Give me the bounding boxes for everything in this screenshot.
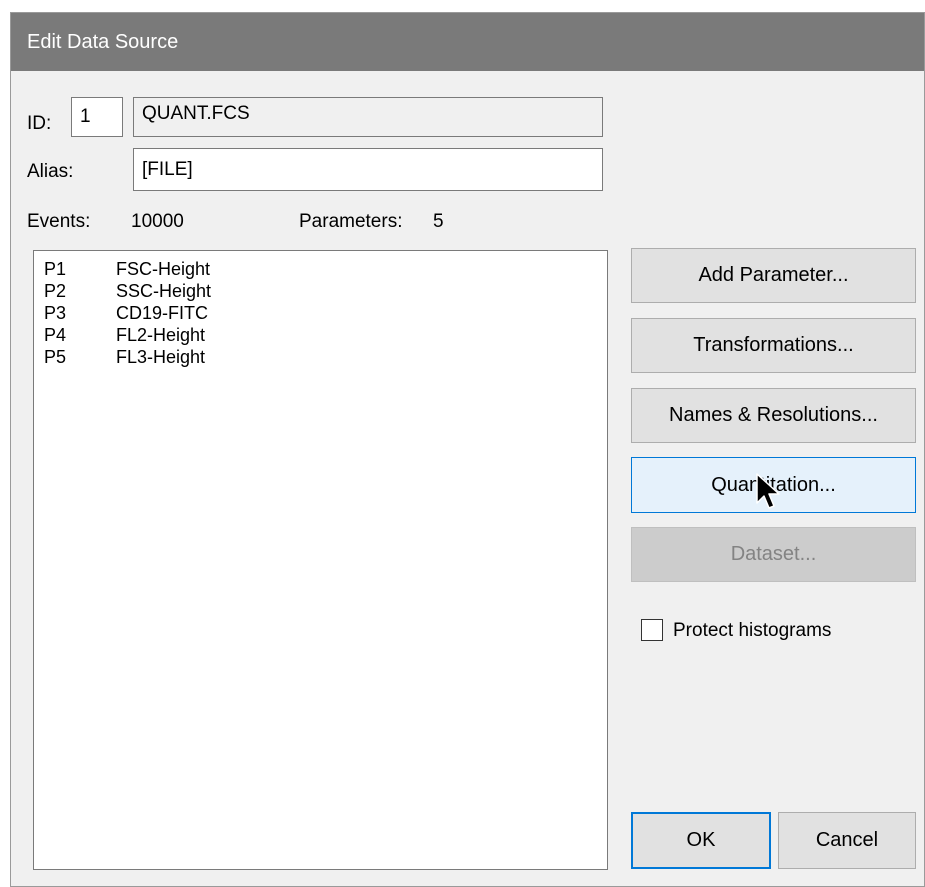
dialog-title-bar[interactable]: Edit Data Source — [11, 13, 924, 71]
parameter-name: FSC-Height — [116, 259, 211, 279]
add-parameter-button[interactable]: Add Parameter... — [631, 248, 916, 303]
events-value: 10000 — [131, 211, 184, 232]
dialog-title: Edit Data Source — [27, 30, 179, 53]
list-item[interactable]: P4 FL2-Height — [44, 324, 607, 346]
names-resolutions-button[interactable]: Names & Resolutions... — [631, 388, 916, 443]
parameter-name: FL3-Height — [116, 347, 206, 367]
parameters-label: Parameters: — [299, 211, 403, 232]
list-item[interactable]: P3 CD19-FITC — [44, 302, 607, 324]
parameter-code: P5 — [44, 347, 67, 367]
protect-histograms-checkbox[interactable] — [641, 619, 663, 641]
alias-field[interactable] — [133, 148, 603, 191]
id-label: ID: — [27, 113, 52, 134]
list-item[interactable]: P5 FL3-Height — [44, 346, 607, 368]
arrow-pointer-icon — [756, 473, 780, 509]
cancel-button[interactable]: Cancel — [778, 812, 916, 869]
alias-label: Alias: — [27, 161, 74, 182]
edit-data-source-dialog: Edit Data Source ID: QUANT.FCS Alias: Ev… — [10, 12, 925, 887]
parameter-list[interactable]: P1 FSC-Height P2 SSC-Height P3 CD19-FITC… — [33, 250, 608, 870]
parameter-code: P4 — [44, 325, 67, 345]
filename-field: QUANT.FCS — [133, 97, 603, 137]
parameter-name: CD19-FITC — [116, 303, 209, 323]
parameter-code: P2 — [44, 281, 67, 301]
events-label: Events: — [27, 211, 91, 232]
ok-button[interactable]: OK — [631, 812, 771, 869]
list-item[interactable]: P2 SSC-Height — [44, 280, 607, 302]
parameter-name: FL2-Height — [116, 325, 206, 345]
parameter-name: SSC-Height — [116, 281, 212, 301]
id-field[interactable] — [71, 97, 123, 137]
dataset-button: Dataset... — [631, 527, 916, 582]
protect-histograms-label[interactable]: Protect histograms — [673, 620, 831, 642]
parameter-code: P1 — [44, 259, 67, 279]
transformations-button[interactable]: Transformations... — [631, 318, 916, 373]
list-item[interactable]: P1 FSC-Height — [44, 258, 607, 280]
parameter-code: P3 — [44, 303, 67, 323]
parameters-value: 5 — [433, 211, 444, 232]
